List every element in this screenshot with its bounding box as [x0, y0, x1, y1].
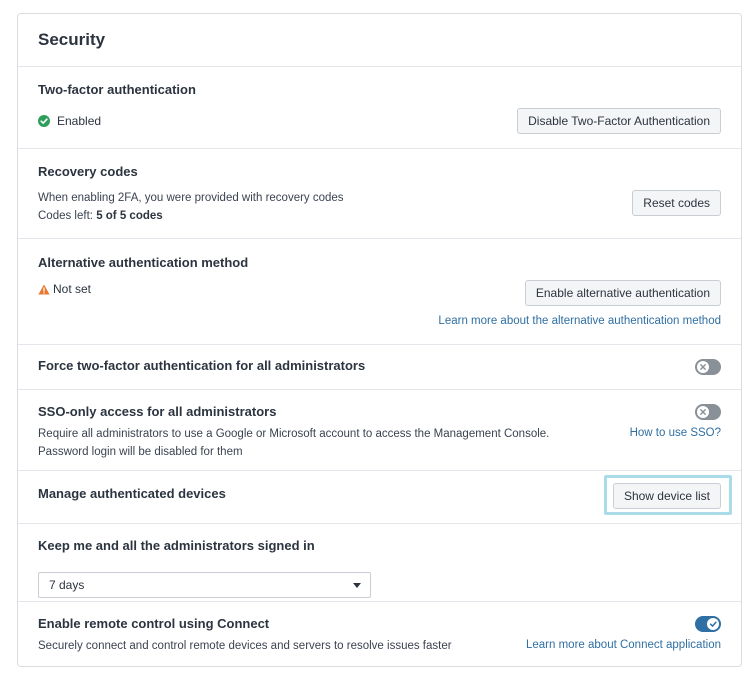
panel-title: Security	[18, 14, 741, 67]
enable-alt-auth-button[interactable]: Enable alternative authentication	[524, 280, 721, 306]
sso-toggle[interactable]	[695, 404, 721, 420]
signed-in-title: Keep me and all the administrators signe…	[38, 538, 315, 553]
force-2fa-toggle[interactable]	[695, 359, 721, 375]
codes-left-value: 5 of 5 codes	[96, 210, 163, 222]
alt-auth-status-label: Not set	[53, 282, 92, 296]
sso-description: Require all administrators to use a Goog…	[38, 425, 549, 461]
signed-in-duration-select[interactable]: 7 days	[38, 572, 371, 598]
force-2fa-title: Force two-factor authentication for all …	[38, 358, 366, 373]
codes-left-label: Codes left:	[38, 210, 93, 222]
sso-description-line2: Password login will be disabled for them	[38, 446, 243, 458]
x-icon	[700, 409, 706, 415]
check-circle-icon	[38, 115, 50, 127]
alt-auth-learn-more-link[interactable]: Learn more about the alternative authent…	[438, 315, 721, 327]
devices-section: Manage authenticated devices Show device…	[18, 471, 741, 524]
show-device-list-button[interactable]: Show device list	[612, 483, 721, 509]
signed-in-selected-value: 7 days	[49, 578, 85, 592]
sso-description-line1: Require all administrators to use a Goog…	[38, 428, 550, 440]
recovery-codes-title: Recovery codes	[38, 164, 138, 179]
two-factor-status-label: Enabled	[57, 114, 102, 128]
alt-auth-title: Alternative authentication method	[38, 255, 249, 270]
sso-section: SSO-only access for all administrators R…	[18, 390, 741, 471]
how-to-use-sso-link[interactable]: How to use SSO?	[630, 427, 721, 439]
recovery-codes-info: When enabling 2FA, you were provided wit…	[38, 192, 344, 204]
security-panel: Security Two-factor authentication Enabl…	[17, 13, 742, 667]
recovery-codes-section: Recovery codes When enabling 2FA, you we…	[18, 149, 741, 239]
reset-codes-button[interactable]: Reset codes	[632, 190, 721, 216]
devices-title: Manage authenticated devices	[38, 486, 226, 501]
two-factor-title: Two-factor authentication	[38, 82, 196, 97]
two-factor-status: Enabled	[38, 114, 101, 128]
sso-title: SSO-only access for all administrators	[38, 404, 277, 419]
signed-in-section: Keep me and all the administrators signe…	[18, 524, 741, 602]
warning-icon	[38, 284, 50, 295]
connect-learn-more-link[interactable]: Learn more about Connect application	[526, 639, 721, 651]
connect-description: Securely connect and control remote devi…	[38, 640, 452, 652]
alt-auth-status: Not set	[38, 282, 91, 296]
disable-two-factor-button[interactable]: Disable Two-Factor Authentication	[517, 108, 721, 134]
recovery-codes-description: When enabling 2FA, you were provided wit…	[38, 189, 344, 225]
recovery-codes-count: Codes left: 5 of 5 codes	[38, 207, 344, 225]
check-icon	[709, 621, 717, 627]
force-2fa-section: Force two-factor authentication for all …	[18, 345, 741, 390]
connect-section: Enable remote control using Connect Secu…	[18, 602, 741, 665]
chevron-down-icon	[353, 583, 361, 588]
two-factor-section: Two-factor authentication Enabled Disabl…	[18, 67, 741, 149]
connect-title: Enable remote control using Connect	[38, 616, 270, 631]
alt-auth-section: Alternative authentication method Not se…	[18, 239, 741, 345]
connect-toggle[interactable]	[695, 616, 721, 632]
x-icon	[700, 364, 706, 370]
